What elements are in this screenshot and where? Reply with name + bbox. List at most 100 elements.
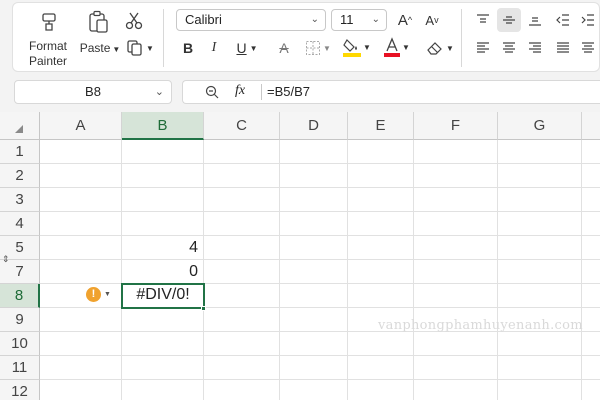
font-name-select[interactable]: Calibri ⌄ xyxy=(176,9,326,31)
grid-cell[interactable] xyxy=(204,356,280,380)
grid-cell[interactable] xyxy=(414,356,498,380)
row-header-8[interactable]: 8 xyxy=(0,284,40,308)
grid-cell[interactable] xyxy=(582,284,600,308)
bold-button[interactable]: B xyxy=(177,37,199,59)
borders-icon[interactable]: ▼ xyxy=(303,37,333,59)
grid-cell[interactable] xyxy=(122,140,204,164)
grid-cell[interactable] xyxy=(40,140,122,164)
row-header-11[interactable]: 11 xyxy=(0,356,40,380)
grid-cell[interactable] xyxy=(280,332,348,356)
zoom-icon[interactable] xyxy=(205,85,219,99)
grid-cell[interactable] xyxy=(204,140,280,164)
grid-cell[interactable] xyxy=(204,212,280,236)
column-header-d[interactable]: D xyxy=(280,112,348,140)
increase-indent-icon[interactable] xyxy=(577,9,599,31)
row-header-2[interactable]: 2 xyxy=(0,164,40,188)
grid-cell[interactable] xyxy=(582,212,600,236)
grid-cell[interactable] xyxy=(280,284,348,308)
grid-cell[interactable] xyxy=(582,308,600,332)
row-header-4[interactable]: 4 xyxy=(0,212,40,236)
grid-cell[interactable] xyxy=(582,164,600,188)
shrink-font-button[interactable]: Av xyxy=(420,9,444,31)
grid-cell[interactable] xyxy=(414,332,498,356)
align-bottom-icon[interactable] xyxy=(523,9,547,31)
grid-cell[interactable] xyxy=(348,380,414,400)
grid-cell[interactable] xyxy=(582,260,600,284)
formula-input[interactable]: =B5/B7 xyxy=(267,81,310,103)
grid-cell[interactable] xyxy=(280,260,348,284)
grid-cell[interactable] xyxy=(122,308,204,332)
fill-handle[interactable] xyxy=(201,306,206,311)
grid-cell[interactable] xyxy=(414,164,498,188)
align-left-icon[interactable] xyxy=(471,37,495,59)
grid-cell[interactable] xyxy=(40,188,122,212)
grid-cell[interactable] xyxy=(348,212,414,236)
grid-cell[interactable] xyxy=(498,188,582,212)
scissors-icon[interactable] xyxy=(123,11,145,31)
grid-cell[interactable] xyxy=(122,212,204,236)
grid-cell[interactable] xyxy=(582,356,600,380)
cell-b7[interactable]: 0 xyxy=(122,260,204,284)
format-painter-label-2[interactable]: Painter xyxy=(27,54,69,68)
grid-cell[interactable] xyxy=(414,212,498,236)
align-right-icon[interactable] xyxy=(523,37,547,59)
column-header-c[interactable]: C xyxy=(204,112,280,140)
paintbrush-icon[interactable] xyxy=(37,11,59,33)
fill-color-icon[interactable]: ▼ xyxy=(341,35,373,59)
grid-cell[interactable] xyxy=(348,356,414,380)
grid-cell[interactable] xyxy=(204,332,280,356)
grid-cell[interactable] xyxy=(280,212,348,236)
error-check-button[interactable]: ! ▼ xyxy=(86,287,111,302)
grid-cell[interactable] xyxy=(414,260,498,284)
grid-cell[interactable] xyxy=(582,188,600,212)
distributed-icon[interactable] xyxy=(577,37,599,59)
grid-cell[interactable] xyxy=(204,188,280,212)
grid-cell[interactable] xyxy=(414,380,498,400)
column-header-e[interactable]: E xyxy=(348,112,414,140)
grid-cell[interactable] xyxy=(40,356,122,380)
grid-cell[interactable] xyxy=(414,140,498,164)
grid-cell[interactable] xyxy=(40,332,122,356)
grid-cell[interactable] xyxy=(348,260,414,284)
grid-cell[interactable] xyxy=(582,236,600,260)
chevron-down-icon[interactable]: ⌄ xyxy=(155,81,164,103)
cell-b8-selected[interactable]: #DIV/0! xyxy=(121,283,205,309)
row-header-3[interactable]: 3 xyxy=(0,188,40,212)
align-center-icon[interactable] xyxy=(497,37,521,59)
grid-cell[interactable] xyxy=(582,332,600,356)
italic-button[interactable]: I xyxy=(203,37,225,59)
strikethrough-icon[interactable]: A xyxy=(273,37,295,59)
grid-cell[interactable] xyxy=(204,284,280,308)
grid-cell[interactable] xyxy=(122,188,204,212)
grid-cell[interactable] xyxy=(122,380,204,400)
grid-cell[interactable] xyxy=(40,164,122,188)
grid-cell[interactable] xyxy=(280,308,348,332)
column-header-f[interactable]: F xyxy=(414,112,498,140)
name-box[interactable]: B8 ⌄ xyxy=(14,80,172,104)
column-header-a[interactable]: A xyxy=(40,112,122,140)
align-top-icon[interactable] xyxy=(471,9,495,31)
grid-cell[interactable] xyxy=(204,164,280,188)
grid-cell[interactable] xyxy=(498,356,582,380)
grid-cell[interactable] xyxy=(40,212,122,236)
grid-cell[interactable] xyxy=(498,212,582,236)
grid-cell[interactable] xyxy=(280,188,348,212)
eraser-icon[interactable]: ▼ xyxy=(423,37,457,59)
grid-cell[interactable] xyxy=(122,356,204,380)
grow-font-button[interactable]: A ^ xyxy=(393,9,417,31)
paste-label[interactable]: Paste ▼ xyxy=(79,41,121,55)
row-header-9[interactable]: 9 xyxy=(0,308,40,332)
grid-cell[interactable] xyxy=(414,284,498,308)
fx-icon[interactable]: fx xyxy=(235,83,245,99)
column-header-h[interactable] xyxy=(582,112,600,140)
cell-b5[interactable]: 4 xyxy=(122,236,204,260)
grid-cell[interactable] xyxy=(498,260,582,284)
grid-cell[interactable] xyxy=(498,380,582,400)
grid-cell[interactable] xyxy=(204,260,280,284)
font-color-icon[interactable]: ▼ xyxy=(381,35,413,59)
row-header-1[interactable]: 1 xyxy=(0,140,40,164)
copy-icon[interactable]: ▼ xyxy=(125,38,155,58)
column-header-b[interactable]: B xyxy=(122,112,204,140)
grid-cell[interactable] xyxy=(122,164,204,188)
grid-cell[interactable] xyxy=(348,140,414,164)
